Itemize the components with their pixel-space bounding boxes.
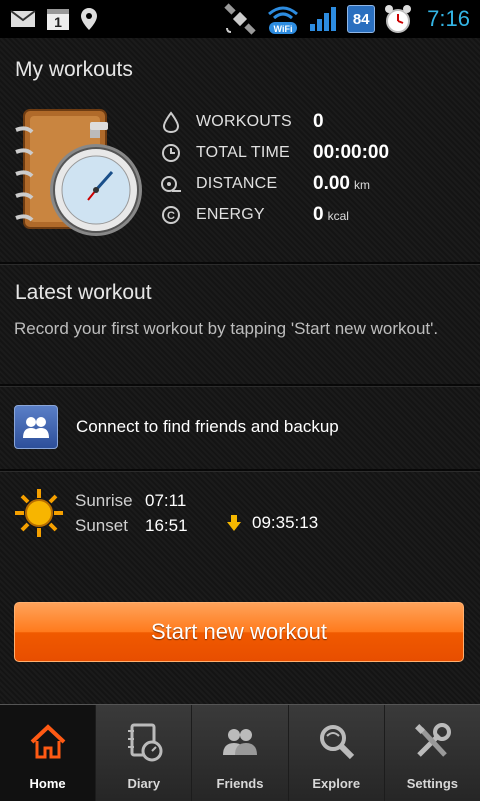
friends-icon: [14, 405, 58, 449]
sunset-time: 16:51: [145, 515, 188, 535]
stat-value: 0: [313, 110, 324, 132]
stat-row-workouts: WORKOUTS 0: [160, 106, 470, 137]
energy-icon: C: [160, 204, 182, 226]
stat-row-total-time: TOTAL TIME 00:00:00: [160, 137, 470, 168]
nav-item-explore[interactable]: Explore: [287, 705, 384, 801]
my-workouts-title: My workouts: [15, 58, 133, 81]
nav-label: Home: [29, 776, 66, 791]
workout-notebook-stopwatch-illustration[interactable]: [12, 108, 148, 244]
sunset-row: Sunset 16:51: [75, 513, 188, 538]
distance-icon: [160, 173, 182, 195]
diary-icon: [123, 721, 165, 763]
nav-label: Explore: [312, 776, 361, 791]
stat-label: DISTANCE: [196, 174, 278, 192]
sun-times: Sunrise 07:11 Sunset 16:51: [75, 488, 188, 538]
stat-unit: kcal: [327, 208, 349, 223]
sunrise-time: 07:11: [145, 490, 187, 510]
stat-value: 0 kcal: [313, 203, 349, 225]
day-length-value: 09:35:13: [252, 513, 319, 532]
stat-unit: km: [353, 177, 370, 192]
sun-icon: [14, 488, 64, 538]
latest-workout-description[interactable]: Record your first workout by tapping 'St…: [14, 316, 454, 342]
status-bar: 1 WiFi 84 7:16: [0, 0, 480, 38]
stat-label: TOTAL TIME: [196, 143, 290, 161]
settings-icon: [411, 721, 453, 763]
stat-row-energy: C ENERGY 0 kcal: [160, 199, 470, 230]
section-divider: [0, 262, 480, 264]
nav-label: Friends: [216, 776, 264, 791]
sunset-label: Sunset: [75, 515, 128, 535]
stat-value: 00:00:00: [313, 141, 390, 163]
section-divider: [0, 384, 480, 386]
connect-label: Connect to find friends and backup: [76, 417, 339, 436]
stat-value: 0.00 km: [313, 172, 370, 194]
nav-item-settings[interactable]: Settings: [383, 705, 480, 801]
nav-label: Diary: [127, 776, 161, 791]
signal-icon: [309, 6, 339, 32]
start-new-workout-button[interactable]: Start new workout: [14, 602, 464, 662]
workout-stats: WORKOUTS 0 TOTAL TIME 00:00:00 DISTANCE …: [160, 106, 470, 230]
latest-workout-title: Latest workout: [15, 281, 152, 304]
stat-label: WORKOUTS: [196, 112, 292, 130]
connect-friends-row[interactable]: Connect to find friends and backup: [14, 404, 466, 450]
arrow-down-icon: [226, 514, 242, 532]
sunrise-label: Sunrise: [75, 490, 133, 510]
bottom-navigation: Home Diary Friends Explore Settings: [0, 704, 480, 801]
svg-text:C: C: [167, 210, 175, 222]
drop-icon: [160, 110, 182, 133]
stat-label: ENERGY: [196, 205, 265, 223]
home-icon: [27, 721, 69, 763]
status-clock: 7:16: [427, 6, 470, 31]
calendar-day: 1: [54, 14, 62, 30]
section-divider: [0, 469, 480, 471]
gmail-icon: [10, 9, 36, 29]
calendar-icon: 1: [46, 7, 70, 31]
friends-icon: [219, 721, 261, 763]
nav-item-diary[interactable]: Diary: [95, 705, 191, 801]
explore-icon: [315, 721, 357, 763]
clock-icon: [160, 142, 182, 164]
nav-item-friends[interactable]: Friends: [191, 705, 287, 801]
satellite-icon: [223, 2, 257, 36]
nav-label: Settings: [406, 776, 459, 791]
wifi-label: WiFi: [274, 24, 293, 34]
alarm-icon: [383, 3, 413, 35]
stat-row-distance: DISTANCE 0.00 km: [160, 168, 470, 199]
nav-item-home[interactable]: Home: [0, 705, 96, 801]
wifi-icon: WiFi: [265, 2, 301, 36]
sunrise-row: Sunrise 07:11: [75, 488, 188, 513]
battery-icon: 84: [347, 5, 376, 33]
location-icon: [80, 7, 98, 31]
day-length: 09:35:13: [226, 513, 318, 533]
